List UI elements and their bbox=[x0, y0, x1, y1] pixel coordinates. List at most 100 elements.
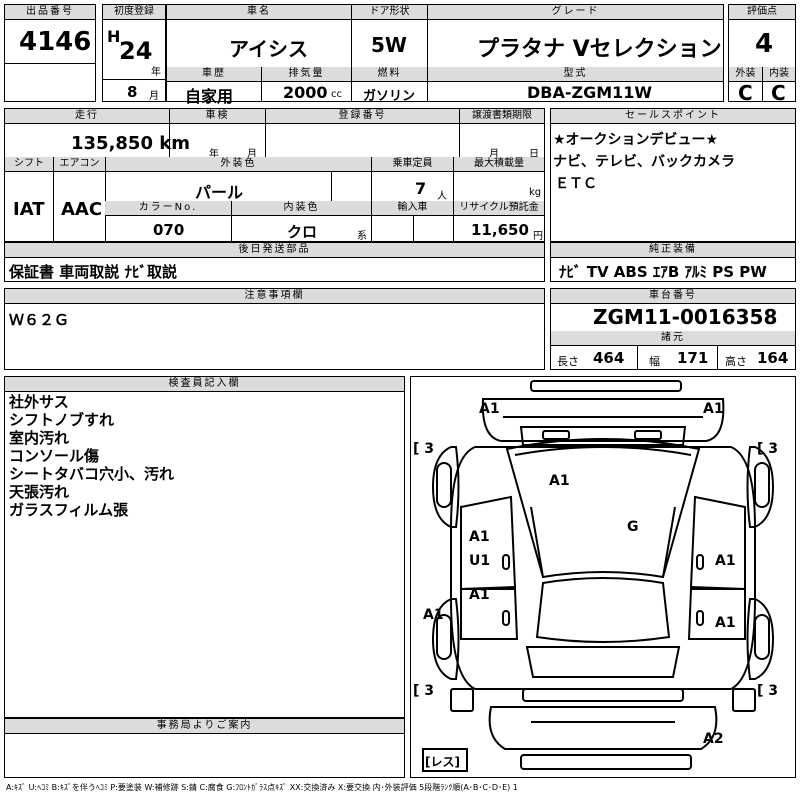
score-value: 4 bbox=[755, 29, 774, 59]
shift-value: IAT bbox=[13, 199, 45, 220]
regno-label: 登録番号 bbox=[265, 109, 459, 124]
first-registration-box: 初度登録 H 24 年 8 月 bbox=[102, 4, 166, 102]
mark-door-2: U1 bbox=[469, 553, 491, 569]
width-value: 171 bbox=[677, 349, 709, 367]
office-label: 事務局よりご案内 bbox=[5, 719, 404, 734]
model-value: DBA-ZGM11W bbox=[527, 83, 653, 102]
int-label: 内装 bbox=[762, 67, 795, 82]
intcolor-unit: 系 bbox=[357, 231, 367, 242]
ext-label: 外装 bbox=[729, 67, 762, 82]
ac-label: エアコン bbox=[53, 157, 105, 172]
capacity-unit: 人 bbox=[437, 191, 447, 202]
sales-point-line: ＥＴＣ bbox=[555, 176, 597, 192]
ext-value: C bbox=[738, 81, 753, 105]
tire-mark-rl: [ 3 bbox=[413, 683, 435, 699]
history-label: 車歴 bbox=[167, 67, 261, 82]
mileage-label: 走行 bbox=[5, 109, 169, 124]
inspection-label: 車検 bbox=[169, 109, 265, 124]
sales-point-line: ★オークションデビュー★ bbox=[553, 132, 719, 148]
sales-points-box: セールスポイント ★オークションデビュー★ ナビ、テレビ、バックカメラ ＥＴＣ bbox=[550, 108, 796, 242]
inspector-line: コンソール傷 bbox=[9, 447, 100, 465]
reg-month-unit: 月 bbox=[149, 91, 159, 102]
inspector-line: 天張汚れ bbox=[9, 483, 70, 501]
capacity-value: 7 bbox=[415, 179, 427, 198]
door-value: 5W bbox=[371, 33, 407, 57]
notes-box: 注意事項欄 Ｗ６２Ｇ bbox=[4, 288, 545, 370]
mark-right-door-1: A1 bbox=[715, 553, 736, 569]
model-label: 型式 bbox=[427, 67, 723, 82]
ac-value: AAC bbox=[61, 199, 103, 220]
tire-mark-fr: [ 3 bbox=[757, 441, 779, 457]
intcolor-value: クロ bbox=[287, 223, 318, 241]
name-value: アイシス bbox=[229, 37, 308, 61]
shipped-parts-value: 保証書 車両取説 ﾅﾋﾞ取説 bbox=[9, 263, 177, 281]
door-label: ドア形状 bbox=[351, 5, 427, 20]
equipment-value: ﾅﾋﾞ TV ABS ｴｱB ｱﾙﾐ PS PW bbox=[559, 263, 767, 281]
int-value: C bbox=[771, 81, 786, 105]
grade-label: グレード bbox=[427, 5, 723, 20]
name-grade-box: 車名 ドア形状 グレード アイシス 5W プラタナ Vセレクション 車歴 排気量… bbox=[166, 4, 724, 106]
mark-door-3: A1 bbox=[469, 587, 490, 603]
capacity-label: 乗車定員 bbox=[371, 157, 453, 172]
tire-mark-fl: [ 3 bbox=[413, 441, 435, 457]
notes-value: Ｗ６２Ｇ bbox=[9, 311, 70, 329]
sales-point-line: ナビ、テレビ、バックカメラ bbox=[553, 154, 735, 170]
history-value: 自家用 bbox=[185, 87, 234, 106]
reg-label: 初度登録 bbox=[103, 5, 165, 20]
mark-right-door-2: A1 bbox=[715, 615, 736, 631]
vehicle-details-box: 走行 車検 登録番号 譲渡書類期限 135,850 km 年 月 月 日 シフト… bbox=[4, 108, 545, 242]
reg-month: 8 bbox=[127, 83, 138, 101]
mark-left-side: A1 bbox=[423, 607, 444, 623]
spare-tire-mark: [レス] bbox=[425, 755, 460, 769]
intcolor-label: 内装色 bbox=[231, 201, 371, 216]
score-label: 評価点 bbox=[729, 5, 795, 20]
recycle-unit: 円 bbox=[533, 231, 543, 242]
colorno-value: 070 bbox=[153, 221, 185, 239]
shipped-parts-box: 後日発送部品 保証書 車両取説 ﾅﾋﾞ取説 bbox=[4, 242, 545, 282]
name-label: 車名 bbox=[167, 5, 351, 20]
disp-value: 2000 bbox=[283, 83, 328, 102]
chassis-label: 車台番号 bbox=[551, 289, 795, 304]
office-box: 事務局よりご案内 bbox=[4, 718, 405, 778]
reg-year: 24 bbox=[119, 37, 153, 65]
color-value: パール bbox=[195, 183, 244, 202]
dims-label: 諸元 bbox=[551, 331, 795, 346]
car-outline bbox=[422, 380, 775, 772]
mark-front-left: A1 bbox=[479, 401, 500, 417]
score-box: 評価点 4 外装 内装 C C bbox=[728, 4, 796, 105]
inspector-label: 検査員記入欄 bbox=[5, 377, 404, 392]
colorno-label: カラーNo. bbox=[105, 201, 231, 216]
legend-text: A:ｷｽﾞ U:ﾍｺﾐ B:ｷｽﾞを伴うﾍｺﾐ P:要塗装 W:補修跡 S:錆 … bbox=[6, 783, 518, 792]
length-label: 長さ bbox=[557, 355, 579, 368]
height-value: 164 bbox=[757, 349, 789, 367]
inspector-line: ガラスフィルム張 bbox=[9, 501, 129, 519]
height-label: 高さ bbox=[725, 355, 747, 368]
transfer-label: 譲渡書類期限 bbox=[459, 109, 544, 124]
disp-label: 排気量 bbox=[261, 67, 351, 82]
inspector-line: シフトノブすれ bbox=[9, 411, 115, 429]
mark-door-1: A1 bbox=[469, 529, 490, 545]
lot-box: 出品番号 4146 bbox=[4, 4, 96, 102]
shipped-parts-label: 後日発送部品 bbox=[5, 243, 544, 258]
fuel-value: ガソリン bbox=[363, 89, 416, 104]
mark-front-right: A1 bbox=[703, 401, 724, 417]
notes-label: 注意事項欄 bbox=[5, 289, 544, 304]
chassis-value: ZGM11-0016358 bbox=[593, 305, 778, 329]
inspector-line: 室内汚れ bbox=[9, 429, 70, 447]
equipment-label: 純正装備 bbox=[551, 243, 795, 258]
tire-mark-rr: [ 3 bbox=[757, 683, 779, 699]
mark-roof: A1 bbox=[549, 473, 570, 489]
mark-glass: G bbox=[627, 519, 639, 535]
import-label: 輸入車 bbox=[371, 201, 453, 216]
lot-label: 出品番号 bbox=[5, 5, 95, 20]
inspector-line: シートタバコ穴小、汚れ bbox=[9, 465, 175, 483]
grade-value: プラタナ Vセレクション bbox=[477, 37, 722, 62]
recycle-label: リサイクル預託金 bbox=[453, 201, 544, 216]
sales-points-label: セールスポイント bbox=[551, 109, 795, 124]
mark-rear: A2 bbox=[703, 731, 724, 747]
width-label: 幅 bbox=[649, 355, 660, 368]
inspector-box: 検査員記入欄 社外サス シフトノブすれ 室内汚れ コンソール傷 シートタバコ穴小… bbox=[4, 376, 405, 718]
mileage-value: 135,850 km bbox=[71, 133, 190, 154]
fuel-label: 燃料 bbox=[351, 67, 427, 82]
disp-unit: cc bbox=[331, 89, 342, 100]
